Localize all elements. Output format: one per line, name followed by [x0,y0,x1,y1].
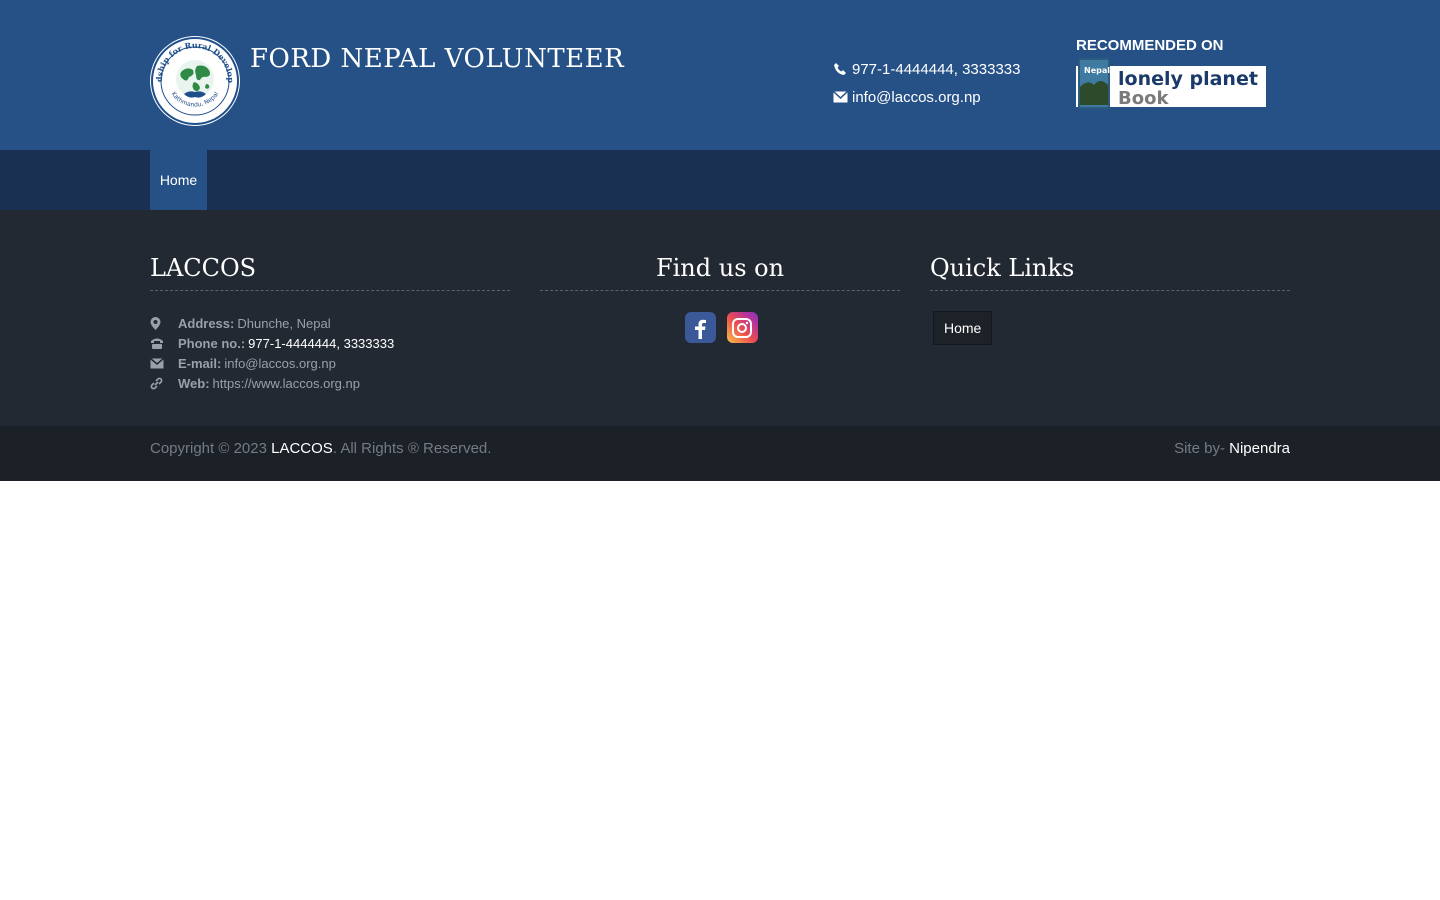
footer-social-title: Find us on [540,254,900,291]
link-icon [150,377,178,390]
footer-quick-links: Quick Links Home [930,254,1290,345]
footer-phone: Phone no.: 977-1-4444444, 3333333 [150,333,510,353]
social-links [540,312,900,343]
header-contact: 977-1-4444444, 3333333 info@laccos.org.n… [832,55,1021,111]
copyright: Copyright © 2023 LACCOS. All Rights ® Re… [150,426,491,471]
recommended-block: RECOMMENDED ON Nepal lonely planet Book [1076,37,1266,109]
footer-contact-info: Address: Dhunche, Nepal Phone no.: 977-1… [150,313,510,393]
web-label: Web: [178,375,210,391]
main-nav: Home [0,150,1440,210]
address-value: Dhunche, Nepal [237,315,331,331]
email-label: E-mail: [178,355,222,371]
email-value[interactable]: info@laccos.org.np [224,356,335,371]
facebook-icon[interactable] [684,312,716,343]
footer-web: Web: https://www.laccos.org.np [150,373,510,393]
footer-social: Find us on [540,254,900,343]
site-logo[interactable]: Friendship for Rural Development Kathman… [150,36,240,126]
copyright-bar: Copyright © 2023 LACCOS. All Rights ® Re… [0,426,1440,481]
phone-value[interactable]: 977-1-4444444, 3333333 [248,336,394,351]
credit-prefix: Site by- [1174,440,1225,457]
nav-item-home[interactable]: Home [150,150,207,210]
address-label: Address: [178,315,235,331]
badge-cover-text: Nepal [1084,66,1110,75]
badge-line1: lonely planet [1118,68,1258,90]
envelope-icon [150,357,178,369]
phone-label: Phone no.: [178,335,246,351]
telephone-icon [150,337,178,349]
envelope-icon [832,89,848,105]
header-email: info@laccos.org.np [832,83,1021,111]
instagram-icon[interactable] [726,312,758,343]
web-value[interactable]: https://www.laccos.org.np [213,376,360,391]
header-phone: 977-1-4444444, 3333333 [832,55,1021,83]
footer-about: LACCOS Address: Dhunche, Nepal Phone no.… [150,254,510,393]
site-header: Friendship for Rural Development Kathman… [0,0,1440,150]
copyright-brand-link[interactable]: LACCOS [271,440,333,457]
site-title[interactable]: FORD NEPAL VOLUNTEER [250,44,624,74]
footer-email: E-mail: info@laccos.org.np [150,353,510,373]
footer-address: Address: Dhunche, Nepal [150,313,510,333]
recommended-label: RECOMMENDED ON [1076,37,1224,54]
credit-author-link[interactable]: Nipendra [1229,440,1290,457]
badge-line2: Book [1118,88,1169,109]
footer: LACCOS Address: Dhunche, Nepal Phone no.… [0,210,1440,426]
header-phone-text: 977-1-4444444, 3333333 [852,60,1021,78]
header-email-text[interactable]: info@laccos.org.np [852,89,981,106]
quick-link-home[interactable]: Home [933,311,993,345]
phone-icon [832,61,848,77]
copyright-prefix: Copyright © 2023 [150,440,267,457]
site-credit: Site by- Nipendra [1174,426,1290,471]
footer-quick-links-title: Quick Links [930,254,1290,291]
map-marker-icon [150,316,178,330]
lonely-planet-badge[interactable]: Nepal lonely planet Book [1076,57,1266,111]
copyright-suffix: . All Rights ® Reserved. [332,440,492,457]
footer-about-title: LACCOS [150,254,510,291]
